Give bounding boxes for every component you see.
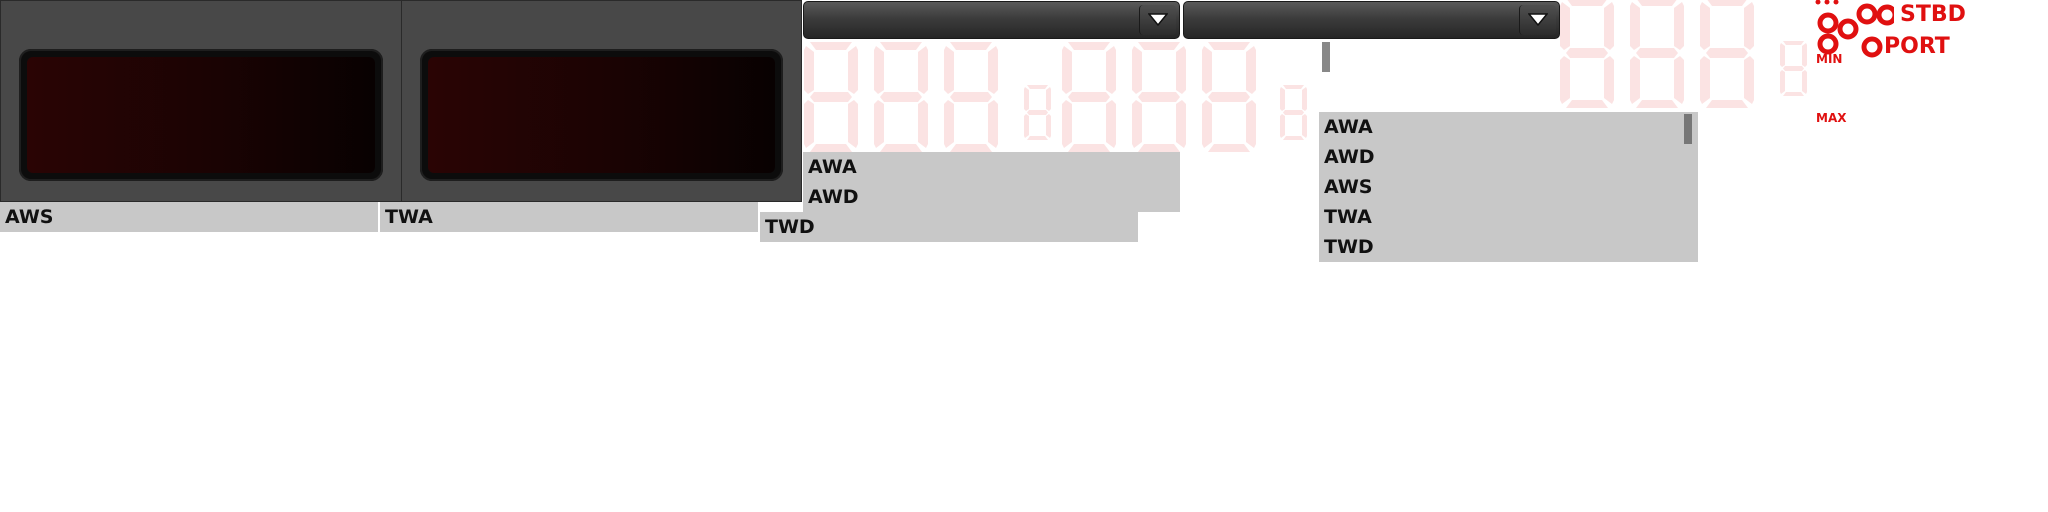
dropdown-b-list[interactable]: AWA AWD AWS TWA TWD xyxy=(1319,112,1698,262)
list-item[interactable]: AWD xyxy=(803,182,1180,212)
indicator-port: PORT xyxy=(1884,34,1950,59)
chevron-down-icon xyxy=(1148,13,1168,27)
label-aws: AWS xyxy=(0,202,378,232)
list-item[interactable]: AWA xyxy=(803,152,1180,182)
list-item[interactable]: TWA xyxy=(1319,202,1698,232)
list-item[interactable]: TWD xyxy=(1319,232,1698,262)
display-screen xyxy=(19,49,383,181)
dropdown-a[interactable] xyxy=(803,1,1180,39)
display-screen-glow xyxy=(27,57,375,173)
list-scrollbar[interactable] xyxy=(1684,114,1692,144)
chevron-down-icon xyxy=(1528,13,1548,27)
dropdown-b-button[interactable] xyxy=(1519,5,1556,35)
indicator-max: MAX xyxy=(1816,111,1847,125)
display-screen-glow xyxy=(428,57,775,173)
indicator-min: MIN xyxy=(1816,52,1843,66)
segment-display-a xyxy=(804,42,1307,152)
label-twa: TWA xyxy=(380,202,758,232)
display-screen xyxy=(420,49,783,181)
indicator-stbd: STBD xyxy=(1900,2,1966,27)
scroll-handle[interactable] xyxy=(1322,42,1330,72)
list-item[interactable]: AWA xyxy=(1319,112,1698,142)
segment-display-b xyxy=(1560,0,1807,108)
led-ring-icon xyxy=(1815,0,1894,58)
dropdown-a-button[interactable] xyxy=(1139,5,1176,35)
display-panel-aws xyxy=(0,0,402,202)
list-item[interactable]: AWD xyxy=(1319,142,1698,172)
list-item[interactable]: AWS xyxy=(1319,172,1698,202)
dropdown-b[interactable] xyxy=(1183,1,1560,39)
label-twd: TWD xyxy=(760,212,1138,242)
display-panel-twa xyxy=(401,0,802,202)
dropdown-a-list[interactable]: AWA AWD xyxy=(803,152,1180,212)
